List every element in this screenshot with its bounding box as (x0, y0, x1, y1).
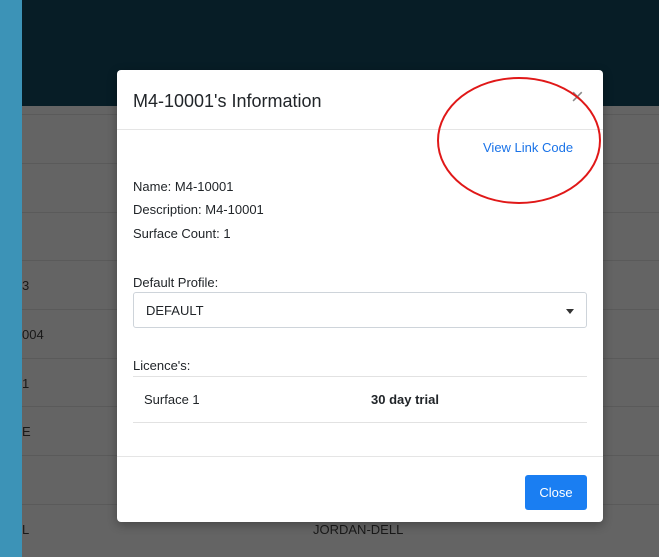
default-profile-select[interactable]: DEFAULT (133, 292, 587, 328)
default-profile-label: Default Profile: (133, 275, 219, 290)
default-profile-value: DEFAULT (146, 303, 204, 318)
modal-title: M4-10001's Information (133, 91, 322, 111)
close-button[interactable]: Close (525, 475, 587, 510)
licences-label: Licence's: (133, 358, 191, 373)
description-text: Description: M4-10001 (133, 202, 264, 217)
table-row: Surface 1 30 day trial (133, 376, 587, 423)
chevron-down-icon (566, 309, 574, 314)
modal-footer: Close (117, 456, 603, 522)
name-text: Name: M4-10001 (133, 179, 234, 194)
surface-count-text: Surface Count: 1 (133, 226, 231, 241)
annotation-circle (437, 77, 601, 204)
licence-surface: Surface 1 (144, 392, 200, 407)
licence-status: 30 day trial (371, 392, 439, 407)
licences-table: Surface 1 30 day trial (133, 376, 587, 423)
left-edge-strip (0, 0, 22, 557)
